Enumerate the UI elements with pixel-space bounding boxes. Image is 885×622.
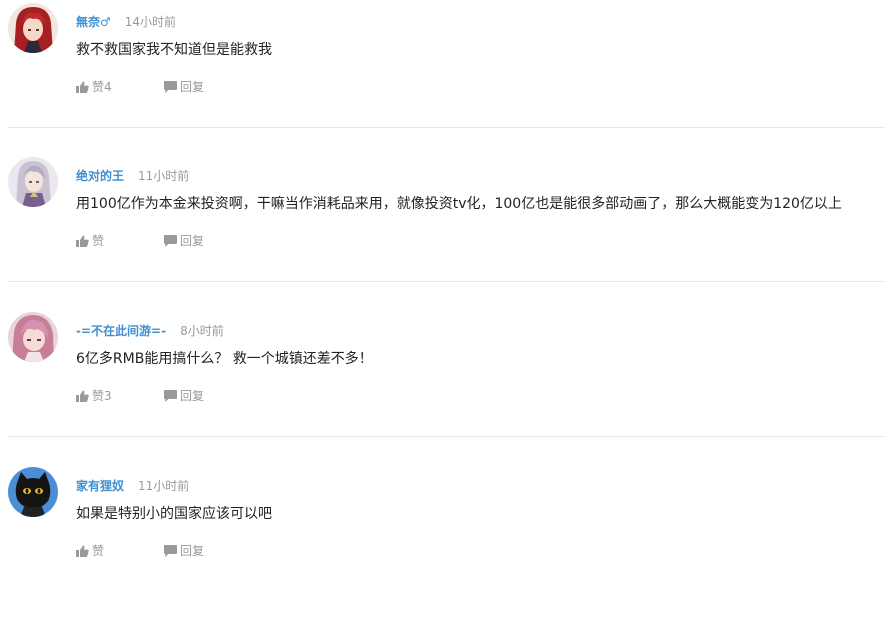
avatar[interactable] <box>8 312 58 362</box>
comment-text: 救不救国家我不知道但是能救我 <box>76 42 272 58</box>
comment-text: 用100亿作为本金来投资啊，干嘛当作消耗品来用，就像投资tv化，100亿也是能很… <box>76 196 842 212</box>
speech-bubble-icon <box>164 81 177 93</box>
username-link[interactable]: 無奈♂ <box>76 15 111 29</box>
comment-meta: -=不在此间游=- 8小时前 <box>76 321 224 339</box>
reply-button[interactable]: 回复 <box>164 233 204 249</box>
reply-button[interactable]: 回复 <box>164 388 204 404</box>
divider <box>8 436 885 437</box>
username-link[interactable]: 家有狸奴 <box>76 479 124 493</box>
timestamp: 11小时前 <box>138 169 190 183</box>
reply-label: 回复 <box>180 234 205 248</box>
comment-actions: 赞3 回复 <box>76 388 204 404</box>
speech-bubble-icon <box>164 235 177 247</box>
comment-actions: 赞4 回复 <box>76 79 204 95</box>
comment-text: 如果是特别小的国家应该可以吧 <box>76 506 272 522</box>
avatar[interactable] <box>8 157 58 207</box>
reply-label: 回复 <box>180 544 205 558</box>
comment-actions: 赞 回复 <box>76 233 204 249</box>
comment-meta: 無奈♂ 14小时前 <box>76 12 176 30</box>
comment-item: 無奈♂ 14小时前 救不救国家我不知道但是能救我 赞4 回复 <box>0 3 885 158</box>
speech-bubble-icon <box>164 545 177 557</box>
comment-item: 绝对的王 11小时前 用100亿作为本金来投资啊，干嘛当作消耗品来用，就像投资tv… <box>0 157 885 312</box>
like-button[interactable]: 赞 <box>76 233 104 249</box>
thumbs-up-icon <box>76 235 89 247</box>
reply-button[interactable]: 回复 <box>164 79 204 95</box>
username-link[interactable]: 绝对的王 <box>76 169 124 183</box>
like-label: 赞3 <box>92 389 112 403</box>
thumbs-up-icon <box>76 390 89 402</box>
like-label: 赞4 <box>92 80 112 94</box>
like-button[interactable]: 赞3 <box>76 388 112 404</box>
speech-bubble-icon <box>164 390 177 402</box>
reply-button[interactable]: 回复 <box>164 543 204 559</box>
thumbs-up-icon <box>76 545 89 557</box>
comment-actions: 赞 回复 <box>76 543 204 559</box>
avatar[interactable] <box>8 467 58 517</box>
like-button[interactable]: 赞4 <box>76 79 112 95</box>
like-label: 赞 <box>92 234 105 248</box>
timestamp: 8小时前 <box>180 324 224 338</box>
timestamp: 11小时前 <box>138 479 190 493</box>
comment-item: -=不在此间游=- 8小时前 6亿多RMB能用搞什么？ 救一个城镇还差不多！ 赞3… <box>0 312 885 467</box>
reply-label: 回复 <box>180 80 205 94</box>
username-link[interactable]: -=不在此间游=- <box>76 324 166 338</box>
avatar[interactable] <box>8 3 58 53</box>
comment-meta: 绝对的王 11小时前 <box>76 166 189 184</box>
reply-label: 回复 <box>180 389 205 403</box>
comment-text: 6亿多RMB能用搞什么？ 救一个城镇还差不多！ <box>76 351 373 367</box>
divider <box>8 281 885 282</box>
like-button[interactable]: 赞 <box>76 543 104 559</box>
divider <box>8 127 885 128</box>
timestamp: 14小时前 <box>124 15 177 29</box>
thumbs-up-icon <box>76 81 89 93</box>
comment-item: 家有狸奴 11小时前 如果是特别小的国家应该可以吧 赞 回复 <box>0 467 885 622</box>
comment-meta: 家有狸奴 11小时前 <box>76 476 189 494</box>
like-label: 赞 <box>92 544 105 558</box>
